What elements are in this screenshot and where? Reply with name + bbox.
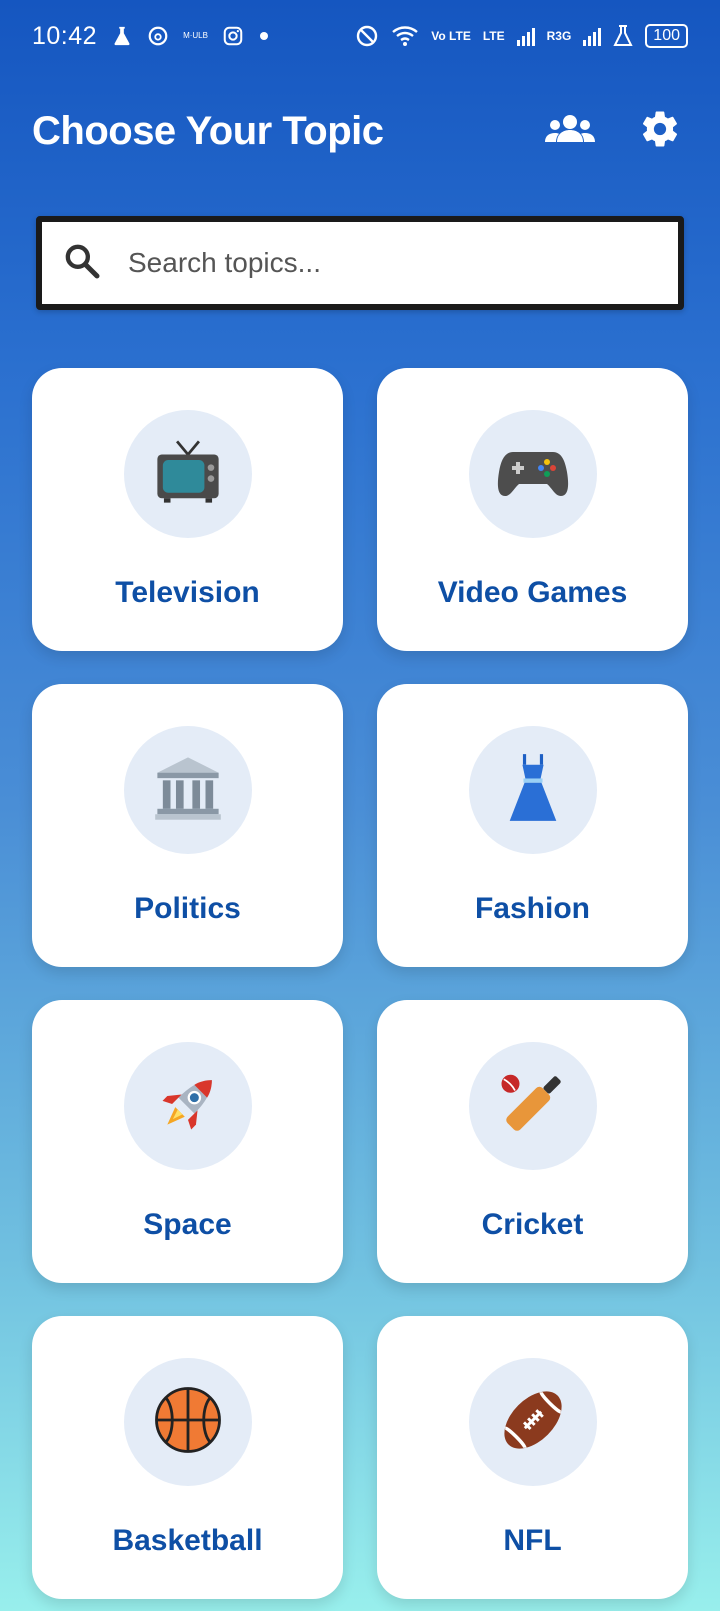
topic-grid: Television Video Games Politics Fashion …	[32, 368, 688, 1599]
status-time: 10:42	[32, 21, 98, 50]
basketball-icon	[152, 1384, 224, 1461]
american-football-icon	[496, 1383, 570, 1462]
dress-icon	[502, 752, 564, 829]
search-bar	[36, 216, 684, 310]
topic-card-basketball[interactable]: Basketball	[32, 1316, 343, 1599]
wifi-icon	[391, 24, 419, 48]
status-right: Vo LTE LTE R3G 100	[355, 24, 688, 48]
notification-dot-icon	[258, 30, 270, 42]
topic-label: NFL	[503, 1524, 562, 1557]
icon-circle	[468, 410, 597, 538]
topic-card-video-games[interactable]: Video Games	[377, 368, 688, 651]
game-controller-icon	[497, 442, 569, 507]
topic-card-cricket[interactable]: Cricket	[377, 1000, 688, 1283]
status-bar: 10:42 M·ULB Vo LTE LTE R3G 100	[0, 0, 720, 72]
topic-label: Video Games	[437, 576, 628, 609]
icon-circle	[123, 1042, 252, 1170]
signal-icon	[516, 26, 535, 46]
threads-icon	[147, 25, 169, 47]
flask-icon	[111, 25, 133, 47]
header-actions	[542, 103, 688, 159]
do-not-disturb-icon	[355, 24, 379, 48]
instagram-icon	[222, 25, 244, 47]
topic-label: Basketball	[112, 1524, 263, 1557]
page-title: Choose Your Topic	[32, 108, 384, 153]
lte-label: LTE	[482, 29, 505, 43]
search-icon	[62, 241, 102, 286]
topic-card-fashion[interactable]: Fashion	[377, 684, 688, 967]
topic-label: Cricket	[481, 1208, 584, 1241]
television-icon	[153, 437, 223, 512]
topic-card-politics[interactable]: Politics	[32, 684, 343, 967]
icon-circle	[123, 726, 252, 854]
classical-building-icon	[153, 753, 223, 828]
topic-card-nfl[interactable]: NFL	[377, 1316, 688, 1599]
topic-card-television[interactable]: Television	[32, 368, 343, 651]
group-icon	[545, 114, 595, 149]
icon-circle	[468, 1042, 597, 1170]
volte-label: Vo LTE	[431, 29, 471, 43]
icon-circle	[123, 410, 252, 538]
signal-icon-2	[583, 26, 602, 46]
topic-label: Television	[115, 576, 260, 609]
topic-label: Politics	[134, 892, 241, 925]
lab-flask-icon	[613, 25, 633, 47]
icon-circle	[123, 1358, 252, 1486]
search-input[interactable]	[128, 247, 628, 279]
app-header: Choose Your Topic	[0, 96, 720, 166]
battery-indicator: 100	[645, 24, 688, 48]
group-button[interactable]	[542, 103, 598, 159]
r3g-label: R3G	[546, 29, 572, 43]
settings-button[interactable]	[632, 103, 688, 159]
icon-circle	[468, 1358, 597, 1486]
network-badge: M·ULB	[183, 31, 208, 40]
topic-label: Space	[143, 1208, 232, 1241]
gear-icon	[639, 108, 681, 155]
icon-circle	[468, 726, 597, 854]
topic-card-space[interactable]: Space	[32, 1000, 343, 1283]
cricket-bat-ball-icon	[497, 1068, 569, 1145]
status-left: 10:42 M·ULB	[32, 22, 270, 51]
rocket-icon	[152, 1068, 224, 1145]
topic-label: Fashion	[474, 892, 590, 925]
